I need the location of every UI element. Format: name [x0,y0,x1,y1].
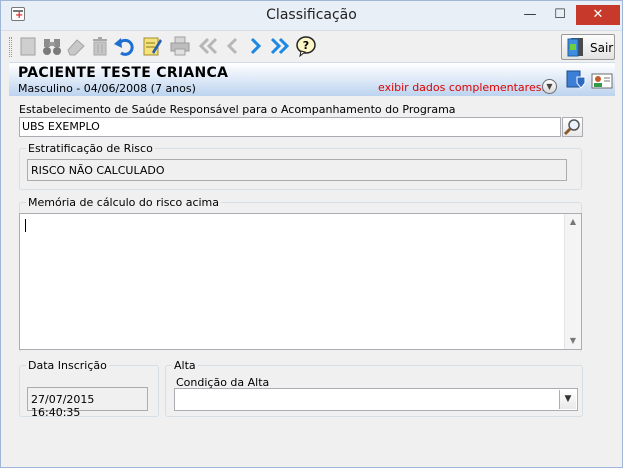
risk-memory-title: Memória de cálculo do risco acima [26,196,222,209]
establishment-search-button[interactable] [562,117,583,137]
chevron-down-icon[interactable]: ▼ [559,390,576,409]
patient-name: PACIENTE TESTE CRIANCA [18,65,229,81]
magnifier-icon [563,119,580,136]
discharge-title: Alta [172,359,198,372]
text-caret [25,219,26,232]
patient-record-button[interactable] [565,69,587,91]
patient-info: Masculino - 04/06/2008 (7 anos) [18,82,196,95]
last-record-button[interactable] [269,35,291,57]
print-button[interactable] [169,35,191,57]
first-record-button[interactable] [197,35,219,57]
scroll-up-icon[interactable]: ▲ [565,214,581,230]
blank-page-icon [20,37,36,56]
expand-chevron-icon[interactable]: ▼ [542,79,557,94]
risk-value-field: RISCO NÃO CALCULADO [27,159,567,181]
toolbar: ? Sair [9,33,615,61]
svg-text:?: ? [303,39,309,52]
maximize-button[interactable]: ☐ [546,5,574,25]
toolbar-grip[interactable] [9,37,12,57]
chevron-right-icon [250,37,262,55]
exit-button-label: Sair [590,41,614,55]
minimize-button[interactable]: — [516,5,544,25]
patient-card-button[interactable] [591,69,613,91]
classification-window: Classificação — ☐ ✕ [0,0,623,468]
undo-arrow-icon [114,38,134,56]
double-chevron-right-icon [270,37,290,55]
printer-icon [170,36,190,56]
find-button[interactable] [41,35,63,57]
establishment-field[interactable]: UBS EXEMPLO [19,117,561,137]
risk-memory-textarea[interactable]: ▲ ▼ [19,213,582,350]
exit-button[interactable]: Sair [561,34,615,60]
help-button[interactable]: ? [295,35,317,58]
close-button[interactable]: ✕ [576,5,620,25]
enrollment-date-title: Data Inscrição [26,359,109,372]
title-bar[interactable]: Classificação — ☐ ✕ [1,1,622,31]
delete-button[interactable] [89,35,111,57]
double-chevron-left-icon [198,37,218,55]
enrollment-date-field: 27/07/2015 16:40:35 [27,387,148,419]
risk-stratification-title: Estratificação de Risco [26,142,155,155]
new-record-button[interactable] [17,35,39,57]
edit-button[interactable] [141,35,163,57]
chevron-left-icon [226,37,238,55]
undo-button[interactable] [113,35,135,57]
scroll-down-icon[interactable]: ▼ [565,333,581,349]
show-extra-data-link[interactable]: exibir dados complementares... [378,81,552,94]
question-bubble-icon: ? [296,36,316,58]
previous-record-button[interactable] [221,35,243,57]
next-record-button[interactable] [245,35,267,57]
exit-door-icon [567,38,583,57]
establishment-label: Estabelecimento de Saúde Responsável par… [19,103,456,116]
patient-shield-icon [566,70,586,89]
patient-header: PACIENTE TESTE CRIANCA Masculino - 04/06… [9,62,615,96]
patient-id-card-icon [591,73,613,89]
discharge-condition-select[interactable]: ▼ [174,388,578,411]
binoculars-icon [43,39,61,55]
pencil-notepad-icon [143,37,162,56]
trash-icon [93,37,107,56]
erase-button[interactable] [65,35,87,57]
memory-scrollbar[interactable]: ▲ ▼ [564,214,581,349]
eraser-icon [67,39,85,56]
